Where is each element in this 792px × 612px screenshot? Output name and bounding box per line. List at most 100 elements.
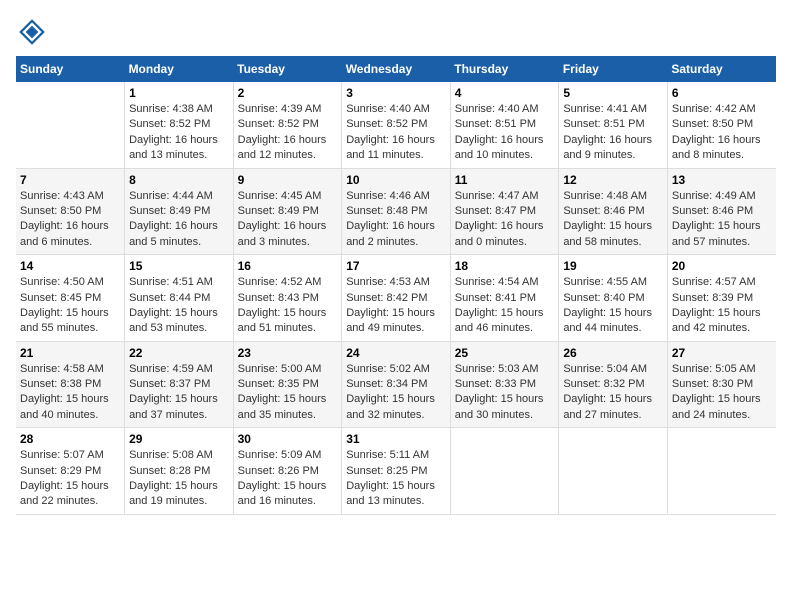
calendar-cell: 2 Sunrise: 4:39 AM Sunset: 8:52 PM Daylig… [233, 82, 342, 168]
calendar-cell: 6 Sunrise: 4:42 AM Sunset: 8:50 PM Daylig… [667, 82, 776, 168]
day-number: 20 [672, 259, 772, 273]
week-row-4: 21 Sunrise: 4:58 AM Sunset: 8:38 PM Dayli… [16, 341, 776, 428]
calendar-cell: 8Sunrise: 4:44 AM Sunset: 8:49 PM Daylig… [125, 168, 234, 255]
day-info: Sunrise: 5:05 AM Sunset: 8:30 PM Dayligh… [672, 362, 772, 424]
calendar-table: SundayMondayTuesdayWednesdayThursdayFrid… [16, 56, 776, 515]
column-header-sunday: Sunday [16, 56, 125, 82]
day-number: 7 [20, 173, 120, 187]
day-number: 14 [20, 259, 120, 273]
day-info: Sunrise: 4:47 AM Sunset: 8:47 PM Dayligh… [455, 189, 555, 251]
calendar-cell: 16 Sunrise: 4:52 AM Sunset: 8:43 PM Dayli… [233, 255, 342, 342]
day-number: 16 [238, 259, 338, 273]
calendar-cell: 13Sunrise: 4:49 AM Sunset: 8:46 PM Dayli… [667, 168, 776, 255]
calendar-cell: 23 Sunrise: 5:00 AM Sunset: 8:35 PM Dayli… [233, 341, 342, 428]
calendar-cell: 31 Sunrise: 5:11 AM Sunset: 8:25 PM Dayli… [342, 428, 451, 515]
day-info: Sunrise: 5:09 AM Sunset: 8:26 PM Dayligh… [238, 448, 338, 510]
day-info: Sunrise: 4:46 AM Sunset: 8:48 PM Dayligh… [346, 189, 446, 251]
day-info: Sunrise: 4:58 AM Sunset: 8:38 PM Dayligh… [20, 362, 120, 424]
calendar-cell: 5 Sunrise: 4:41 AM Sunset: 8:51 PM Daylig… [559, 82, 668, 168]
calendar-cell: 30Sunrise: 5:09 AM Sunset: 8:26 PM Dayli… [233, 428, 342, 515]
calendar-cell: 22 Sunrise: 4:59 AM Sunset: 8:37 PM Dayli… [125, 341, 234, 428]
day-info: Sunrise: 5:00 AM Sunset: 8:35 PM Dayligh… [238, 362, 338, 424]
day-info: Sunrise: 4:53 AM Sunset: 8:42 PM Dayligh… [346, 275, 446, 337]
day-number: 10 [346, 173, 446, 187]
calendar-cell [667, 428, 776, 515]
page-header [16, 16, 776, 48]
day-number: 3 [346, 86, 446, 100]
day-number: 24 [346, 346, 446, 360]
calendar-cell: 27 Sunrise: 5:05 AM Sunset: 8:30 PM Dayli… [667, 341, 776, 428]
week-row-3: 14Sunrise: 4:50 AM Sunset: 8:45 PM Dayli… [16, 255, 776, 342]
day-number: 15 [129, 259, 229, 273]
calendar-cell: 4 Sunrise: 4:40 AM Sunset: 8:51 PM Daylig… [450, 82, 559, 168]
calendar-cell: 14Sunrise: 4:50 AM Sunset: 8:45 PM Dayli… [16, 255, 125, 342]
calendar-cell: 26 Sunrise: 5:04 AM Sunset: 8:32 PM Dayli… [559, 341, 668, 428]
day-number: 6 [672, 86, 772, 100]
day-info: Sunrise: 4:52 AM Sunset: 8:43 PM Dayligh… [238, 275, 338, 337]
day-info: Sunrise: 4:59 AM Sunset: 8:37 PM Dayligh… [129, 362, 229, 424]
day-number: 2 [238, 86, 338, 100]
day-info: Sunrise: 4:45 AM Sunset: 8:49 PM Dayligh… [238, 189, 338, 251]
column-header-saturday: Saturday [667, 56, 776, 82]
calendar-cell: 20 Sunrise: 4:57 AM Sunset: 8:39 PM Dayli… [667, 255, 776, 342]
day-number: 26 [563, 346, 663, 360]
calendar-cell: 11 Sunrise: 4:47 AM Sunset: 8:47 PM Dayli… [450, 168, 559, 255]
calendar-cell: 29Sunrise: 5:08 AM Sunset: 8:28 PM Dayli… [125, 428, 234, 515]
logo [16, 16, 52, 48]
calendar-cell: 28 Sunrise: 5:07 AM Sunset: 8:29 PM Dayli… [16, 428, 125, 515]
day-info: Sunrise: 5:02 AM Sunset: 8:34 PM Dayligh… [346, 362, 446, 424]
day-number: 12 [563, 173, 663, 187]
calendar-cell: 19Sunrise: 4:55 AM Sunset: 8:40 PM Dayli… [559, 255, 668, 342]
calendar-cell: 17 Sunrise: 4:53 AM Sunset: 8:42 PM Dayli… [342, 255, 451, 342]
calendar-cell [559, 428, 668, 515]
day-number: 11 [455, 173, 555, 187]
calendar-cell: 21 Sunrise: 4:58 AM Sunset: 8:38 PM Dayli… [16, 341, 125, 428]
day-info: Sunrise: 4:42 AM Sunset: 8:50 PM Dayligh… [672, 102, 772, 164]
calendar-cell: 3Sunrise: 4:40 AM Sunset: 8:52 PM Daylig… [342, 82, 451, 168]
header-row: SundayMondayTuesdayWednesdayThursdayFrid… [16, 56, 776, 82]
day-number: 1 [129, 86, 229, 100]
day-number: 18 [455, 259, 555, 273]
calendar-cell: 25 Sunrise: 5:03 AM Sunset: 8:33 PM Dayli… [450, 341, 559, 428]
week-row-2: 7 Sunrise: 4:43 AM Sunset: 8:50 PM Daylig… [16, 168, 776, 255]
day-info: Sunrise: 4:38 AM Sunset: 8:52 PM Dayligh… [129, 102, 229, 164]
day-number: 31 [346, 432, 446, 446]
calendar-cell: 1 Sunrise: 4:38 AM Sunset: 8:52 PM Daylig… [125, 82, 234, 168]
day-number: 4 [455, 86, 555, 100]
day-number: 22 [129, 346, 229, 360]
day-info: Sunrise: 4:44 AM Sunset: 8:49 PM Dayligh… [129, 189, 229, 251]
day-number: 5 [563, 86, 663, 100]
day-info: Sunrise: 4:49 AM Sunset: 8:46 PM Dayligh… [672, 189, 772, 251]
day-info: Sunrise: 4:43 AM Sunset: 8:50 PM Dayligh… [20, 189, 120, 251]
logo-icon [16, 16, 48, 48]
day-info: Sunrise: 5:03 AM Sunset: 8:33 PM Dayligh… [455, 362, 555, 424]
calendar-cell: 7 Sunrise: 4:43 AM Sunset: 8:50 PM Daylig… [16, 168, 125, 255]
column-header-thursday: Thursday [450, 56, 559, 82]
day-number: 28 [20, 432, 120, 446]
day-info: Sunrise: 4:48 AM Sunset: 8:46 PM Dayligh… [563, 189, 663, 251]
day-info: Sunrise: 4:41 AM Sunset: 8:51 PM Dayligh… [563, 102, 663, 164]
day-number: 25 [455, 346, 555, 360]
day-info: Sunrise: 5:04 AM Sunset: 8:32 PM Dayligh… [563, 362, 663, 424]
day-info: Sunrise: 4:40 AM Sunset: 8:51 PM Dayligh… [455, 102, 555, 164]
day-info: Sunrise: 4:57 AM Sunset: 8:39 PM Dayligh… [672, 275, 772, 337]
calendar-cell: 9Sunrise: 4:45 AM Sunset: 8:49 PM Daylig… [233, 168, 342, 255]
calendar-cell [450, 428, 559, 515]
column-header-tuesday: Tuesday [233, 56, 342, 82]
day-number: 17 [346, 259, 446, 273]
calendar-cell: 10 Sunrise: 4:46 AM Sunset: 8:48 PM Dayli… [342, 168, 451, 255]
day-info: Sunrise: 4:39 AM Sunset: 8:52 PM Dayligh… [238, 102, 338, 164]
day-number: 29 [129, 432, 229, 446]
day-number: 27 [672, 346, 772, 360]
day-number: 23 [238, 346, 338, 360]
day-info: Sunrise: 4:54 AM Sunset: 8:41 PM Dayligh… [455, 275, 555, 337]
column-header-wednesday: Wednesday [342, 56, 451, 82]
calendar-cell: 24 Sunrise: 5:02 AM Sunset: 8:34 PM Dayli… [342, 341, 451, 428]
calendar-cell: 12 Sunrise: 4:48 AM Sunset: 8:46 PM Dayli… [559, 168, 668, 255]
day-number: 21 [20, 346, 120, 360]
week-row-1: 1 Sunrise: 4:38 AM Sunset: 8:52 PM Daylig… [16, 82, 776, 168]
calendar-cell: 15Sunrise: 4:51 AM Sunset: 8:44 PM Dayli… [125, 255, 234, 342]
day-number: 19 [563, 259, 663, 273]
day-info: Sunrise: 5:11 AM Sunset: 8:25 PM Dayligh… [346, 448, 446, 510]
day-info: Sunrise: 5:07 AM Sunset: 8:29 PM Dayligh… [20, 448, 120, 510]
